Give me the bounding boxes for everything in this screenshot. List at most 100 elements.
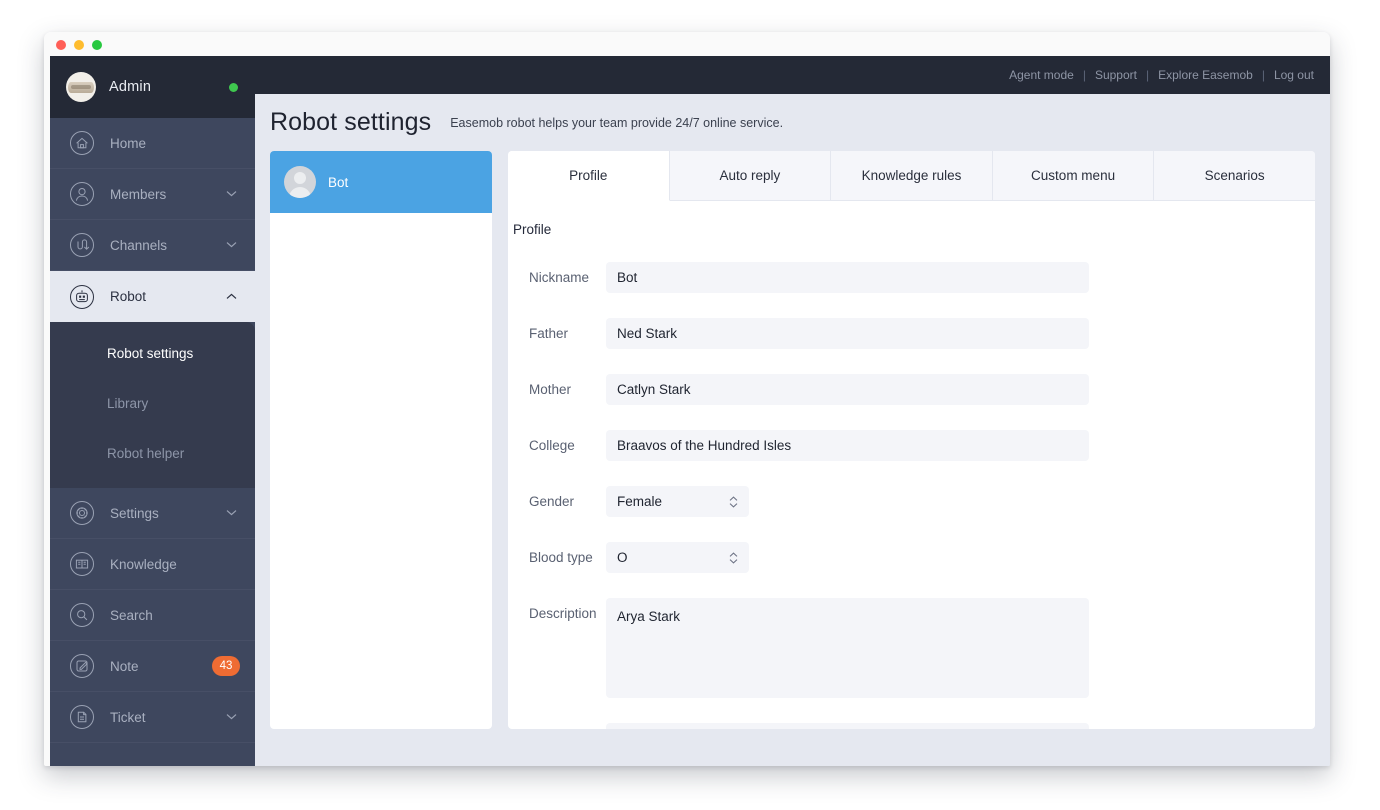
field-label bbox=[508, 723, 606, 729]
sidebar-subitem-library[interactable]: Library bbox=[50, 378, 255, 428]
zoom-window-button[interactable] bbox=[92, 40, 102, 50]
tab-bar: Profile Auto reply Knowledge rules Custo… bbox=[508, 151, 1315, 201]
application-root: Admin Home Members Channels Robot Robot … bbox=[50, 56, 1330, 766]
field-label: Mother bbox=[529, 382, 572, 397]
field-mother: Mother Catlyn Stark bbox=[508, 374, 1315, 405]
chevron-up-icon bbox=[226, 293, 237, 299]
sidebar-item-label: Note bbox=[110, 658, 139, 674]
field-nickname: Nickname Bot bbox=[508, 262, 1315, 293]
sidebar-item-label: Channels bbox=[110, 237, 168, 253]
blood-type-select[interactable]: O bbox=[606, 542, 749, 573]
sidebar-item-label: Members bbox=[110, 186, 167, 202]
sidebar-item-label: Robot bbox=[110, 289, 147, 304]
online-status-dot bbox=[229, 83, 238, 92]
description-textarea[interactable]: Arya Stark bbox=[606, 598, 1089, 698]
nickname-input[interactable]: Bot bbox=[606, 262, 1089, 293]
field-blood-type: Blood type O bbox=[508, 542, 1315, 573]
topbar-separator: | bbox=[1145, 68, 1150, 82]
next-field-input[interactable] bbox=[606, 723, 1089, 729]
chevron-down-icon bbox=[226, 714, 237, 720]
sidebar: Admin Home Members Channels Robot Robot … bbox=[50, 56, 255, 766]
sidebar-item-ticket[interactable]: Ticket bbox=[50, 692, 255, 743]
settings-card: Profile Auto reply Knowledge rules Custo… bbox=[508, 151, 1315, 729]
sidebar-submenu-robot: Robot settings Library Robot helper bbox=[50, 322, 255, 488]
topbar-separator: | bbox=[1082, 68, 1086, 82]
sidebar-subitem-label: Robot helper bbox=[107, 445, 185, 461]
page-title: Robot settings bbox=[270, 108, 432, 136]
page-header: Robot settings Easemob robot helps your … bbox=[255, 94, 1330, 151]
field-label: Blood type bbox=[529, 550, 593, 565]
father-input[interactable]: Ned Stark bbox=[606, 318, 1089, 349]
tab-label: Auto reply bbox=[719, 168, 781, 183]
sidebar-subitem-robot-helper[interactable]: Robot helper bbox=[50, 428, 255, 478]
window-titlebar bbox=[44, 32, 1330, 56]
home-icon bbox=[68, 129, 96, 157]
chevron-down-icon bbox=[226, 191, 237, 197]
account-name: Admin bbox=[109, 79, 152, 95]
sidebar-item-label: Settings bbox=[110, 505, 159, 521]
profile-form: Profile Nickname Bot Father Ned Stark Mo… bbox=[508, 201, 1315, 729]
topbar-separator: | bbox=[1261, 68, 1265, 82]
status-badge: 43 bbox=[212, 656, 240, 676]
form-section-title: Profile bbox=[513, 222, 552, 237]
topbar-link-agent-mode[interactable]: Agent mode bbox=[1009, 68, 1074, 82]
sidebar-item-channels[interactable]: Channels bbox=[50, 220, 255, 271]
sidebar-subitem-label: Library bbox=[107, 395, 149, 411]
app-window: Admin Home Members Channels Robot Robot … bbox=[44, 32, 1330, 766]
sidebar-subitem-robot-settings[interactable]: Robot settings bbox=[50, 328, 255, 378]
sidebar-item-settings[interactable]: Settings bbox=[50, 488, 255, 539]
field-college: College Braavos of the Hundred Isles bbox=[508, 430, 1315, 461]
sidebar-item-members[interactable]: Members bbox=[50, 169, 255, 220]
college-input[interactable]: Braavos of the Hundred Isles bbox=[606, 430, 1089, 461]
tab-scenarios[interactable]: Scenarios bbox=[1154, 151, 1315, 201]
sidebar-item-knowledge[interactable]: Knowledge bbox=[50, 539, 255, 590]
field-label: College bbox=[529, 438, 575, 453]
ticket-icon bbox=[68, 703, 96, 731]
bot-name: Bot bbox=[328, 174, 349, 190]
sidebar-item-robot[interactable]: Robot bbox=[50, 271, 255, 322]
channels-icon bbox=[68, 231, 96, 259]
chevron-down-icon bbox=[226, 242, 237, 248]
field-gender: Gender Female bbox=[508, 486, 1315, 517]
tab-label: Profile bbox=[569, 168, 608, 183]
chevron-down-icon bbox=[226, 510, 237, 516]
sidebar-item-label: Ticket bbox=[110, 709, 146, 725]
content-area: Bot Profile Auto reply Knowledge rules C… bbox=[255, 151, 1330, 766]
chevron-updown-icon bbox=[729, 495, 738, 508]
tab-label: Scenarios bbox=[1204, 168, 1265, 183]
sidebar-item-home[interactable]: Home bbox=[50, 118, 255, 169]
field-label: Nickname bbox=[529, 270, 590, 285]
field-next-partial bbox=[508, 723, 1315, 729]
members-icon bbox=[68, 180, 96, 208]
search-icon bbox=[68, 601, 96, 629]
sidebar-subitem-label: Robot settings bbox=[107, 345, 194, 361]
book-icon bbox=[68, 550, 96, 578]
topbar-link-log-out[interactable]: Log out bbox=[1274, 68, 1314, 82]
blood-type-select-value: O bbox=[617, 550, 628, 565]
minimize-window-button[interactable] bbox=[74, 40, 84, 50]
page-subtitle: Easemob robot helps your team provide 24… bbox=[450, 115, 784, 130]
sidebar-item-label: Home bbox=[110, 135, 147, 151]
tab-custom-menu[interactable]: Custom menu bbox=[992, 151, 1155, 201]
bot-avatar-icon bbox=[284, 166, 316, 198]
topbar-link-explore-easemob[interactable]: Explore Easemob bbox=[1158, 68, 1253, 82]
robot-icon bbox=[68, 283, 96, 311]
field-father: Father Ned Stark bbox=[508, 318, 1315, 349]
sidebar-item-search[interactable]: Search bbox=[50, 590, 255, 641]
tab-knowledge-rules[interactable]: Knowledge rules bbox=[831, 151, 993, 201]
sidebar-item-note[interactable]: Note 43 bbox=[50, 641, 255, 692]
gender-select[interactable]: Female bbox=[606, 486, 749, 517]
tab-label: Knowledge rules bbox=[861, 168, 962, 183]
field-description: Description Arya Stark bbox=[508, 598, 1315, 698]
chevron-updown-icon bbox=[729, 551, 738, 564]
sidebar-account-header[interactable]: Admin bbox=[50, 56, 255, 118]
bot-list-panel: Bot bbox=[270, 151, 492, 729]
topbar-link-support[interactable]: Support bbox=[1095, 68, 1137, 82]
topbar: Agent mode | Support | Explore Easemob |… bbox=[255, 56, 1330, 94]
tab-auto-reply[interactable]: Auto reply bbox=[669, 151, 832, 201]
field-label: Gender bbox=[529, 494, 575, 509]
list-item[interactable]: Bot bbox=[270, 151, 492, 213]
close-window-button[interactable] bbox=[56, 40, 66, 50]
tab-profile[interactable]: Profile bbox=[508, 151, 670, 201]
mother-input[interactable]: Catlyn Stark bbox=[606, 374, 1089, 405]
